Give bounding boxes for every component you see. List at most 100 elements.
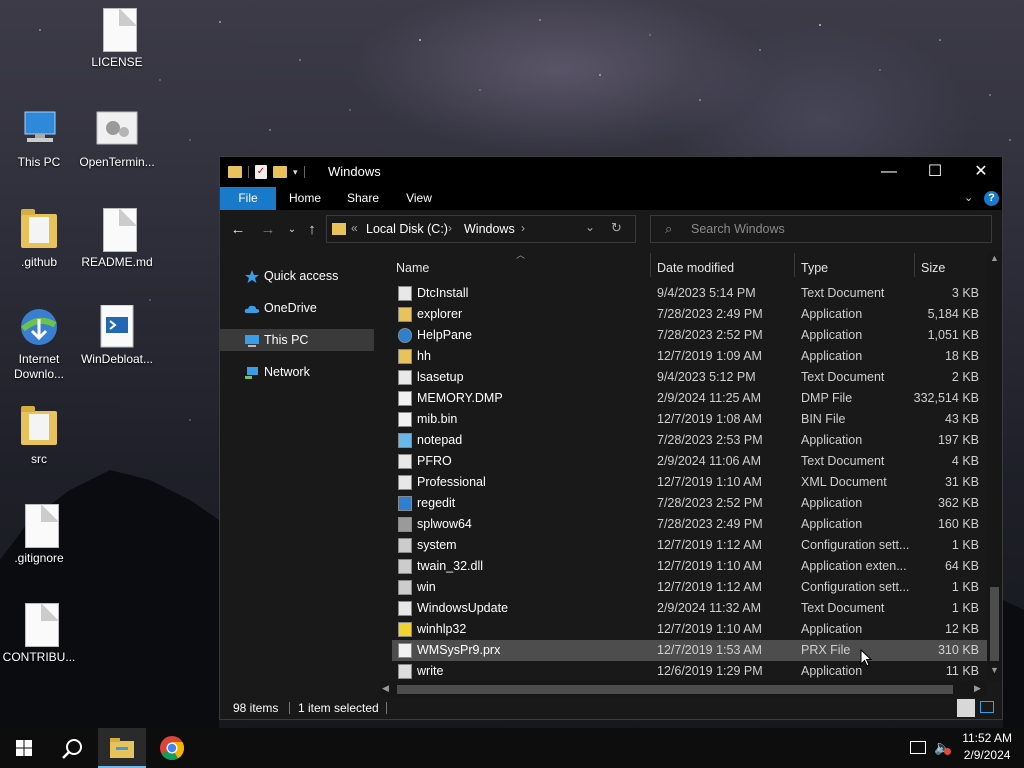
forward-arrow-icon[interactable]: → (258, 220, 278, 240)
search-box[interactable]: ⌕ Search Windows (650, 215, 992, 243)
nav-item-this-pc[interactable]: This PC (220, 329, 374, 351)
column-divider[interactable] (914, 253, 915, 277)
tab-share[interactable]: Share (340, 187, 386, 210)
horizontal-scroll-thumb[interactable] (397, 685, 953, 694)
refresh-icon[interactable]: ↻ (611, 220, 622, 236)
file-row[interactable]: splwow64 7/28/2023 2:49 PM Application 160 … (392, 514, 987, 535)
file-size: 332,514 KB (913, 391, 979, 405)
file-row[interactable]: regedit 7/28/2023 2:52 PM Application 362 K… (392, 493, 987, 514)
file-row[interactable]: mib.bin 12/7/2019 1:08 AM BIN File 43 KB (392, 409, 987, 430)
file-type: Configuration sett... (801, 580, 910, 594)
recent-locations-chevron-icon[interactable]: ⌄ (282, 220, 302, 240)
tab-file[interactable]: File (220, 187, 276, 210)
column-header-type[interactable]: Type (801, 257, 828, 279)
details-view-icon[interactable] (957, 699, 975, 717)
scroll-left-arrow-icon[interactable]: ◀ (382, 683, 389, 694)
quick-access-toolbar: ✓ ▾ (228, 163, 305, 181)
desktop-icon-github-folder[interactable]: .github (0, 208, 79, 270)
scroll-down-arrow-icon[interactable]: ▼ (990, 665, 999, 675)
column-header-date-modified[interactable]: Date modified (657, 257, 734, 279)
nav-item-onedrive[interactable]: OneDrive (220, 297, 374, 319)
column-header-size[interactable]: Size (921, 257, 945, 279)
up-arrow-icon[interactable]: ↑ (302, 220, 322, 240)
tab-view[interactable]: View (396, 187, 442, 210)
file-row[interactable]: PFRO 2/9/2024 11:06 AM Text Document 4 KB (392, 451, 987, 472)
breadcrumb-local-disk[interactable]: Local Disk (C:) (366, 222, 448, 236)
desktop-icon-openterminal[interactable]: OpenTermin... (77, 108, 157, 170)
start-button[interactable] (0, 728, 48, 768)
address-bar[interactable]: « Local Disk (C:) › Windows › ⌄ ↻ (326, 215, 636, 243)
file-type: XML Document (801, 475, 887, 489)
file-row[interactable]: WindowsUpdate 2/9/2024 11:32 AM Text Docum… (392, 598, 987, 619)
desktop-icon-license[interactable]: LICENSE (77, 8, 157, 70)
blank-file-icon (398, 391, 412, 406)
back-arrow-icon[interactable]: ← (228, 220, 248, 240)
properties-icon[interactable]: ✓ (255, 165, 267, 179)
desktop-icon-this-pc[interactable]: This PC (0, 108, 79, 170)
file-explorer-window[interactable]: ✓ ▾ Windows — ☐ ✕ File Home Share View ⌄… (219, 156, 1003, 720)
taskbar-search-button[interactable] (48, 728, 96, 768)
file-row[interactable]: hh 12/7/2019 1:09 AM Application 18 KB (392, 346, 987, 367)
nav-item-quick-access[interactable]: Quick access (220, 265, 374, 287)
file-row[interactable]: MEMORY.DMP 2/9/2024 11:25 AM DMP File 332,5… (392, 388, 987, 409)
file-row[interactable]: system 12/7/2019 1:12 AM Configuration set… (392, 535, 987, 556)
folder-icon (228, 166, 242, 178)
nav-item-network[interactable]: Network (220, 361, 374, 383)
breadcrumb-separator[interactable]: › (521, 221, 525, 235)
file-row[interactable]: lsasetup 9/4/2023 5:12 PM Text Document 2 K… (392, 367, 987, 388)
desktop-icon-src-folder[interactable]: src (0, 405, 79, 467)
file-size: 1 KB (951, 601, 979, 615)
customize-toolbar-icon[interactable]: ▾ (293, 167, 298, 178)
breadcrumb-separator[interactable]: › (448, 221, 452, 235)
desktop-icon-windebloater[interactable]: WinDebloat... (77, 304, 157, 367)
address-overflow[interactable]: « (351, 221, 358, 235)
vertical-scroll-thumb[interactable] (990, 587, 999, 661)
file-row[interactable]: HelpPane 7/28/2023 2:52 PM Application 1,05… (392, 325, 987, 346)
tab-home[interactable]: Home (282, 187, 328, 210)
file-type: Application (801, 664, 863, 678)
computer-icon (244, 333, 260, 347)
address-history-chevron-icon[interactable]: ⌄ (585, 220, 595, 234)
file-name: HelpPane (417, 328, 472, 342)
minimize-button[interactable]: — (866, 157, 912, 187)
desktop-icon-gitignore[interactable]: .gitignore (0, 504, 79, 566)
file-date-modified: 12/7/2019 1:12 AM (657, 580, 762, 594)
scroll-right-arrow-icon[interactable]: ▶ (974, 683, 981, 694)
title-bar[interactable]: ✓ ▾ Windows — ☐ ✕ (220, 157, 1002, 187)
horizontal-scrollbar[interactable]: ◀ ▶ (380, 681, 987, 697)
help-icon[interactable]: ? (984, 191, 999, 206)
file-row[interactable]: twain_32.dll 12/7/2019 1:10 AM Application… (392, 556, 987, 577)
file-name: twain_32.dll (417, 559, 484, 573)
expand-ribbon-chevron-icon[interactable]: ⌄ (964, 191, 973, 204)
column-divider[interactable] (650, 253, 651, 277)
file-row[interactable]: WMSysPr9.prx 12/7/2019 1:53 AM PRX File 310… (392, 640, 987, 661)
desktop-icon-readme[interactable]: README.md (77, 208, 157, 270)
file-row[interactable]: write 12/6/2019 1:29 PM Application 11 KB (392, 661, 987, 681)
taskbar-chrome[interactable] (148, 728, 196, 768)
file-row[interactable]: DtcInstall 9/4/2023 5:14 PM Text Document 3… (392, 283, 987, 304)
taskbar-file-explorer[interactable] (98, 728, 146, 768)
system-clock[interactable]: 11:52 AM 2/9/2024 (962, 730, 1012, 764)
vertical-scrollbar[interactable]: ▲ ▼ (987, 251, 1002, 681)
desktop-icon-internet-download-manager[interactable]: Internet Downlo... (0, 305, 79, 382)
file-name: system (417, 538, 457, 552)
maximize-button[interactable]: ☐ (912, 157, 958, 187)
sort-ascending-chevron-icon: ︿ (516, 251, 526, 260)
selection-count: 1 item selected (298, 701, 379, 715)
new-folder-icon[interactable] (273, 166, 287, 178)
column-header-name[interactable]: Name (396, 257, 429, 279)
column-divider[interactable] (794, 253, 795, 277)
file-type: Configuration sett... (801, 538, 910, 552)
large-icons-view-icon[interactable] (980, 701, 994, 713)
file-date-modified: 7/28/2023 2:52 PM (657, 496, 763, 510)
desktop-icon-contributing[interactable]: CONTRIBU... (0, 603, 79, 665)
file-row[interactable]: win 12/7/2019 1:12 AM Configuration sett..… (392, 577, 987, 598)
close-button[interactable]: ✕ (958, 157, 1004, 187)
network-status-icon[interactable] (910, 741, 926, 754)
file-row[interactable]: Professional 12/7/2019 1:10 AM XML Documen… (392, 472, 987, 493)
file-row[interactable]: explorer 7/28/2023 2:49 PM Application 5,18… (392, 304, 987, 325)
breadcrumb-windows[interactable]: Windows (464, 222, 515, 236)
file-row[interactable]: winhlp32 12/7/2019 1:10 AM Application 12 K… (392, 619, 987, 640)
scroll-up-arrow-icon[interactable]: ▲ (990, 253, 999, 263)
file-row[interactable]: notepad 7/28/2023 2:53 PM Application 197 K… (392, 430, 987, 451)
